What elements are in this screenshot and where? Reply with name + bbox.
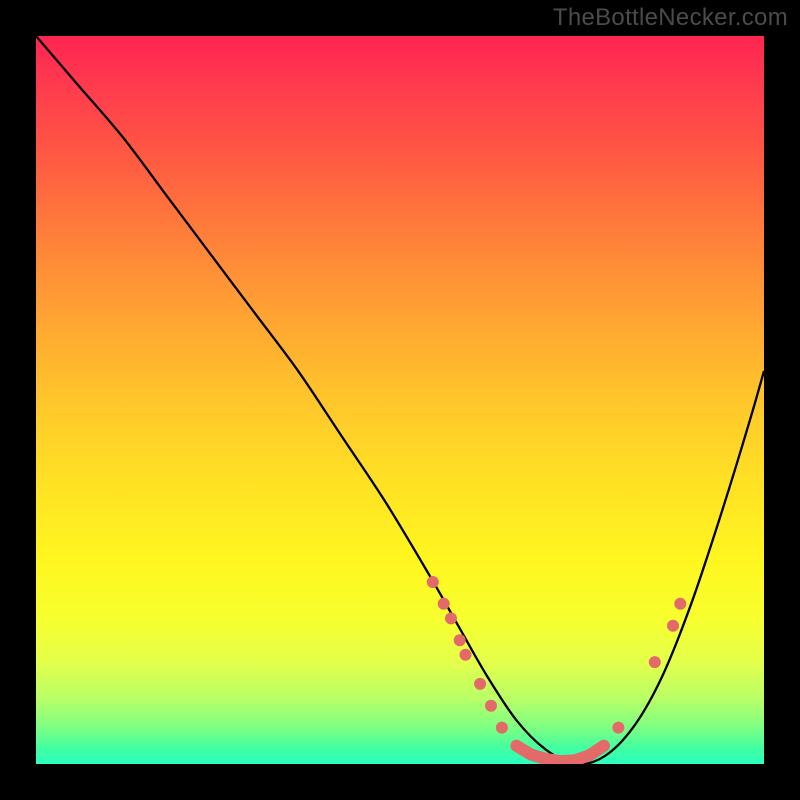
data-point [674,598,686,610]
data-point [583,749,595,761]
data-point [445,612,457,624]
data-point [598,740,610,752]
curve-layer [36,36,764,764]
data-point [496,722,508,734]
chart-frame: TheBottleNecker.com [0,0,800,800]
plot-area [36,36,764,764]
watermark-text: TheBottleNecker.com [553,4,788,32]
data-point [612,722,624,734]
data-point [511,740,523,752]
data-point [525,749,537,761]
data-point [438,598,450,610]
bottleneck-curve [36,36,764,764]
data-point [454,634,466,646]
data-point [460,649,472,661]
data-point [474,678,486,690]
data-point [667,620,679,632]
data-point [427,576,439,588]
data-point [485,700,497,712]
data-point [649,656,661,668]
data-point-group [427,576,687,764]
